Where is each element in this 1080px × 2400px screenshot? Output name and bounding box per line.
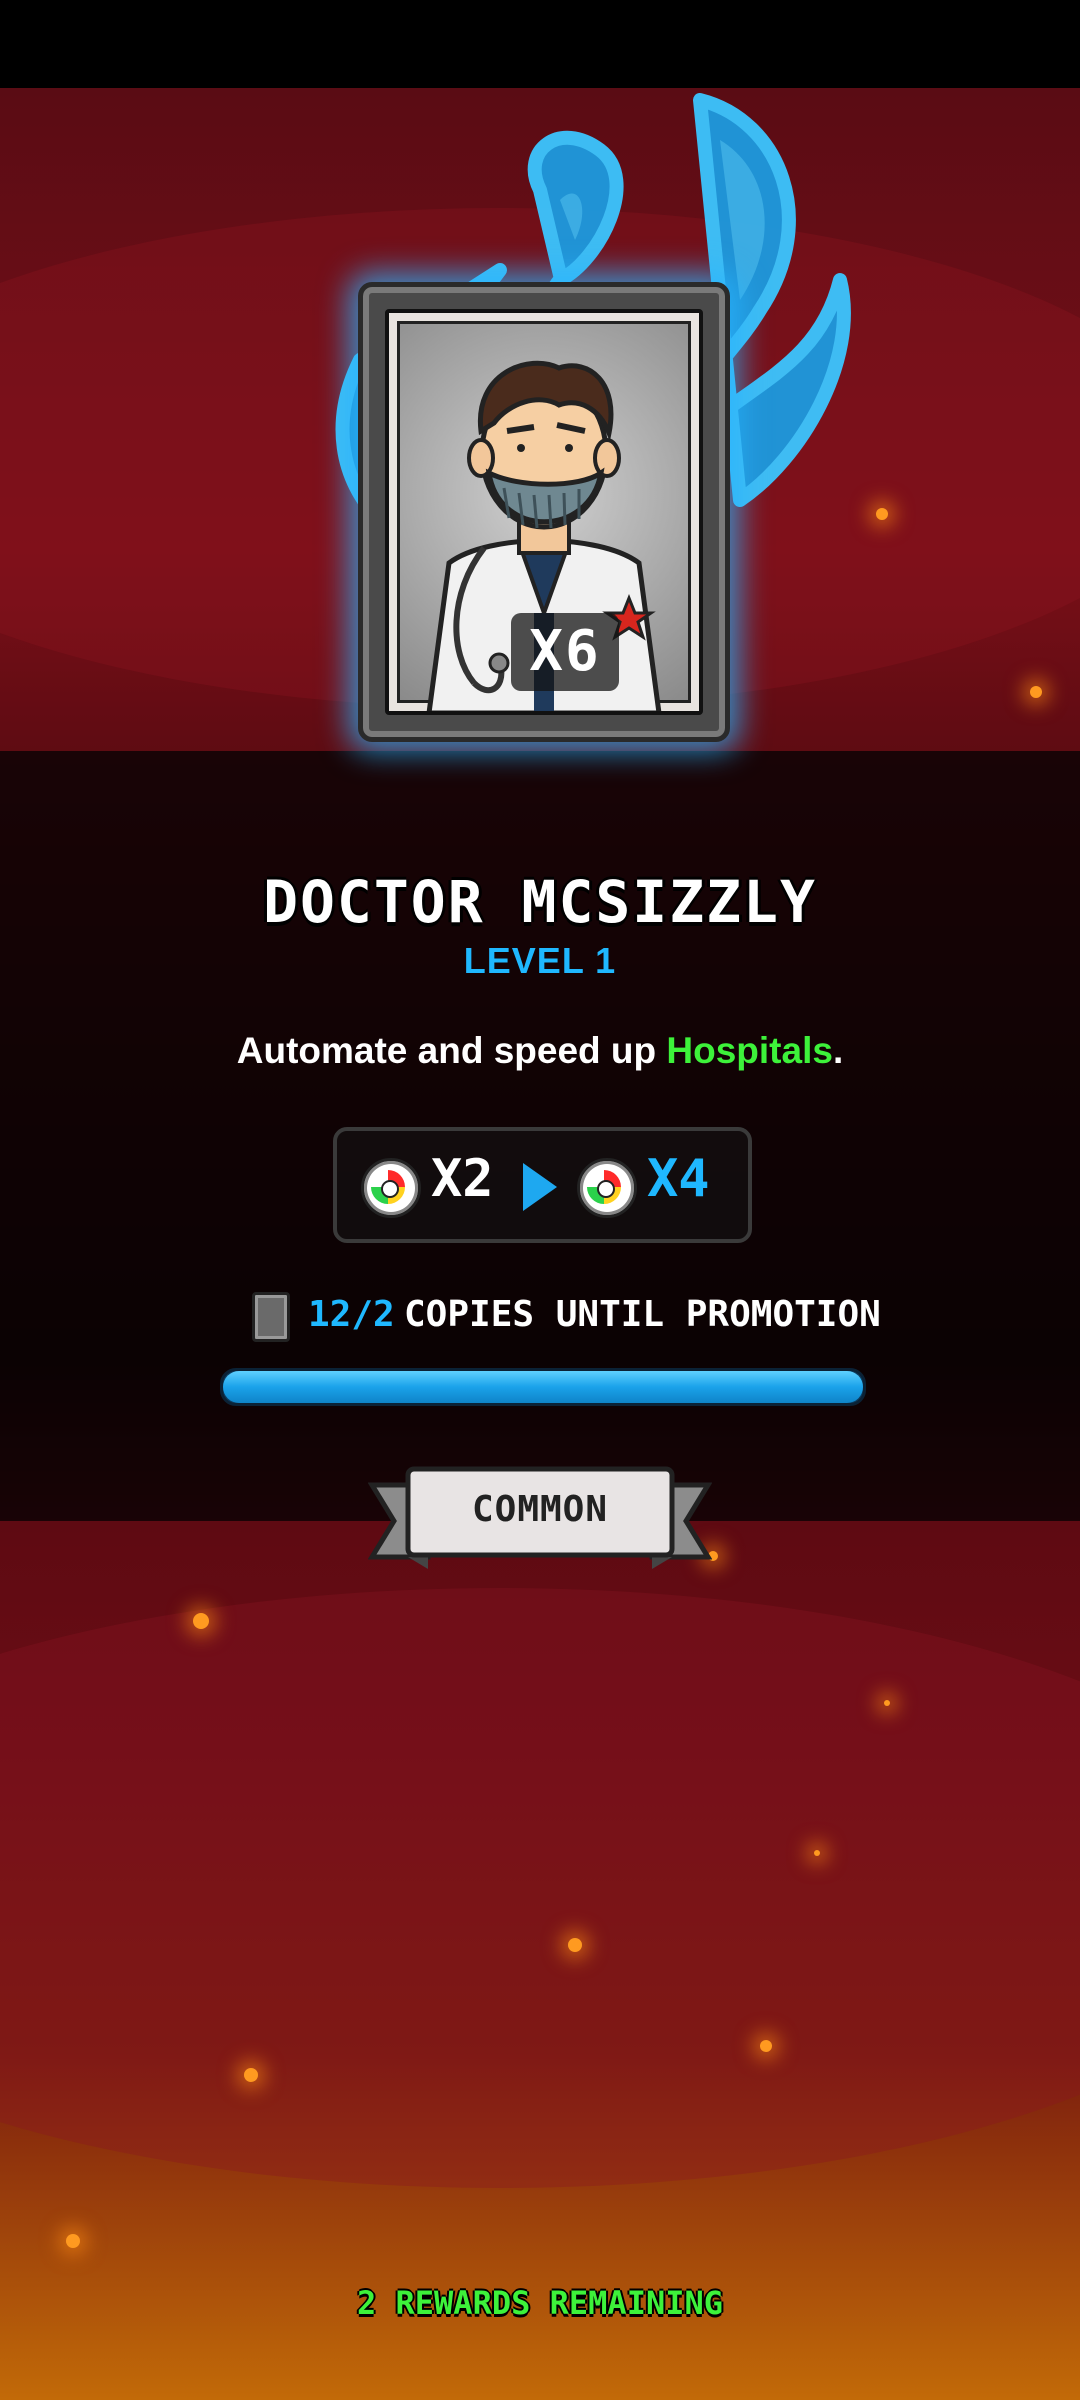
ember (66, 2234, 80, 2248)
rarity-ribbon: COMMON (367, 1465, 713, 1569)
rarity-label: COMMON (471, 1489, 609, 1530)
ember (193, 1613, 209, 1629)
character-level: LEVEL 1 (463, 940, 617, 981)
promotion-progress-bar (220, 1368, 866, 1406)
bg-wave (0, 1588, 1080, 2188)
speedometer-icon (361, 1158, 421, 1218)
ember (568, 1938, 582, 1952)
description-text: Automate and speed up (236, 1030, 667, 1071)
description-highlight: Hospitals (666, 1030, 833, 1071)
description-suffix: . (832, 1030, 844, 1071)
card-portrait-frame: X6 (385, 309, 703, 715)
speed-boost-panel: X2 X4 (333, 1127, 752, 1243)
speedometer-icon (577, 1158, 637, 1218)
card-count-badge: X6 (511, 613, 619, 691)
boost-from: X2 (431, 1149, 494, 1209)
character-name: DOCTOR MCSIZZLY (263, 868, 817, 936)
copies-count: 12/2 (308, 1294, 395, 1335)
boost-to: X4 (647, 1149, 710, 1209)
rewards-remaining: 2 REWARDS REMAINING (356, 2284, 724, 2322)
ember (760, 2040, 772, 2052)
ember (244, 2068, 258, 2082)
ember (884, 1700, 890, 1706)
copies-label: COPIES UNTIL PROMOTION (404, 1294, 881, 1335)
character-card[interactable]: X6 (358, 282, 730, 742)
promotion-progress-fill (223, 1371, 863, 1403)
ember (814, 1850, 820, 1856)
card-icon (252, 1292, 290, 1342)
character-description: Automate and speed up Hospitals. (0, 1030, 1080, 1072)
promotion-row: 12/2 COPIES UNTIL PROMOTION (0, 1290, 1080, 1346)
arrow-right-icon (523, 1163, 557, 1211)
